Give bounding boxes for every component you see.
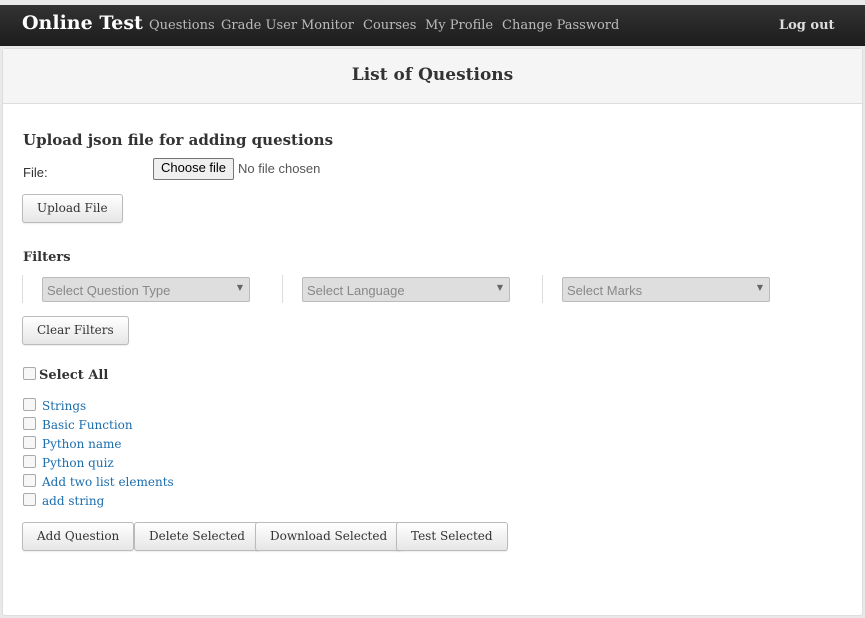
- filter-divider: [22, 275, 23, 303]
- question-link[interactable]: Python quiz: [42, 456, 114, 470]
- question-link[interactable]: Add two list elements: [42, 475, 174, 489]
- filter-divider: [542, 275, 543, 303]
- upload-heading: Upload json file for adding questions: [23, 131, 334, 149]
- chevron-down-icon: ▼: [236, 283, 243, 292]
- language-placeholder: Select Language: [307, 283, 405, 298]
- question-link[interactable]: Basic Function: [42, 418, 133, 432]
- chevron-down-icon: ▼: [756, 283, 763, 292]
- nav-monitor[interactable]: Monitor: [301, 18, 354, 33]
- brand-title[interactable]: Online Test: [22, 12, 143, 34]
- question-checkbox[interactable]: [23, 493, 36, 506]
- marks-select[interactable]: Select Marks ▼: [562, 277, 770, 302]
- filters-heading: Filters: [23, 250, 71, 265]
- chevron-down-icon: ▼: [496, 283, 503, 292]
- nav-questions[interactable]: Questions: [149, 18, 215, 33]
- nav-change-password[interactable]: Change Password: [502, 18, 619, 33]
- no-file-text: No file chosen: [238, 161, 321, 176]
- nav-grade-user[interactable]: Grade User: [221, 18, 297, 33]
- question-type-placeholder: Select Question Type: [47, 283, 171, 298]
- delete-selected-button[interactable]: Delete Selected: [134, 522, 260, 551]
- marks-placeholder: Select Marks: [567, 283, 643, 298]
- question-checkbox[interactable]: [23, 474, 36, 487]
- navbar: Online Test Questions Grade User Monitor…: [0, 5, 865, 46]
- filter-divider: [282, 275, 283, 303]
- add-question-button[interactable]: Add Question: [22, 522, 135, 551]
- question-link[interactable]: Python name: [42, 437, 122, 451]
- download-selected-button[interactable]: Download Selected: [255, 522, 403, 551]
- question-checkbox[interactable]: [23, 398, 36, 411]
- clear-filters-button[interactable]: Clear Filters: [22, 316, 129, 345]
- panel-header: List of Questions: [3, 49, 862, 104]
- select-all-label: Select All: [39, 368, 109, 383]
- page-title: List of Questions: [351, 65, 514, 85]
- question-checkbox[interactable]: [23, 436, 36, 449]
- upload-file-button[interactable]: Upload File: [22, 194, 123, 223]
- question-link[interactable]: Strings: [42, 399, 86, 413]
- logout-link[interactable]: Log out: [779, 18, 835, 33]
- question-link[interactable]: add string: [42, 494, 104, 508]
- nav-courses[interactable]: Courses: [363, 18, 416, 33]
- file-label: File:: [23, 165, 48, 180]
- language-select[interactable]: Select Language ▼: [302, 277, 510, 302]
- select-all-checkbox[interactable]: [23, 367, 36, 380]
- test-selected-button[interactable]: Test Selected: [396, 522, 508, 551]
- question-checkbox[interactable]: [23, 417, 36, 430]
- main-panel: List of Questions Upload json file for a…: [2, 48, 863, 616]
- question-checkbox[interactable]: [23, 455, 36, 468]
- choose-file-button[interactable]: Choose file: [153, 158, 235, 180]
- nav-my-profile[interactable]: My Profile: [425, 18, 493, 33]
- question-type-select[interactable]: Select Question Type ▼: [42, 277, 250, 302]
